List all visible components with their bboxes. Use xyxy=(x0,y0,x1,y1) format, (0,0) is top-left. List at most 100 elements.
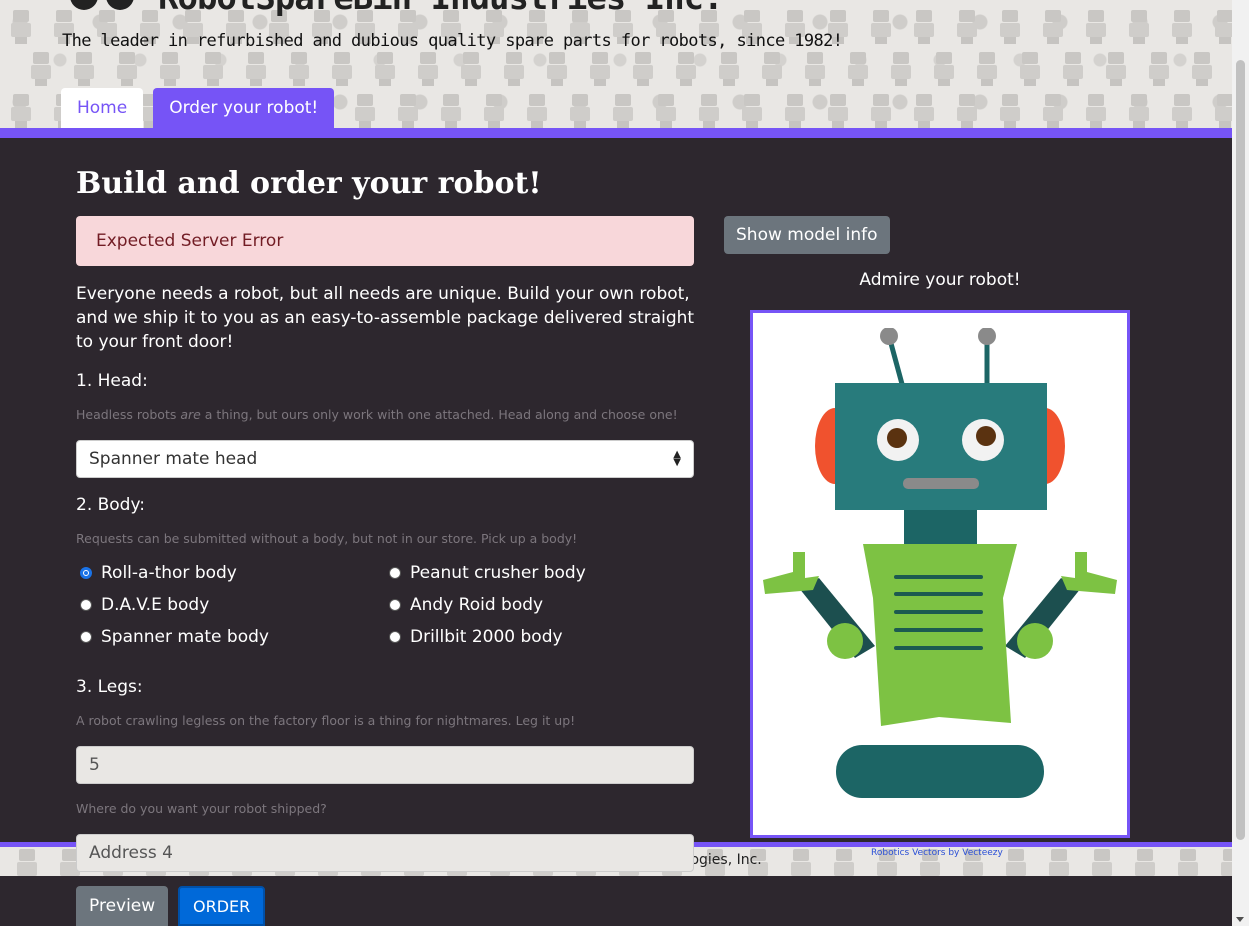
background-robot-icon xyxy=(14,849,40,876)
background-robot-icon xyxy=(524,94,550,128)
background-robot-icon xyxy=(1175,849,1201,876)
legs-input[interactable]: 5 xyxy=(76,746,694,784)
background-robot-icon xyxy=(630,52,656,86)
background-robot-icon xyxy=(1040,94,1066,128)
background-robot-icon xyxy=(200,52,226,86)
background-robot-icon xyxy=(28,52,54,86)
background-robot-icon xyxy=(157,52,183,86)
address-input[interactable]: Address 4 xyxy=(76,834,694,872)
legs-help: A robot crawling legless on the factory … xyxy=(76,713,576,728)
background-robot-icon xyxy=(458,52,484,86)
background-robot-icon xyxy=(868,94,894,128)
background-robot-icon xyxy=(802,52,828,86)
site-header: RobotSpareBin Industries Inc. The leader… xyxy=(0,0,1232,128)
background-robot-icon xyxy=(501,52,527,86)
preview-button[interactable]: Preview xyxy=(76,886,169,926)
background-robot-icon xyxy=(544,52,570,86)
body-option-peanut-crusher[interactable]: Peanut crusher body xyxy=(389,563,586,583)
background-robot-icon xyxy=(8,10,34,44)
robot-mouth xyxy=(903,478,979,489)
head-select[interactable]: Spanner mate head ▲ ▼ xyxy=(76,440,694,478)
robot-hand-right xyxy=(1061,552,1117,594)
background-robot-icon xyxy=(372,52,398,86)
background-robot-icon xyxy=(653,94,679,128)
background-robot-icon xyxy=(1212,94,1232,128)
background-robot-icon xyxy=(911,10,937,44)
background-robot-icon xyxy=(243,52,269,86)
background-robot-icon xyxy=(1212,10,1232,44)
background-robot-icon xyxy=(825,94,851,128)
robot-shoulder-right xyxy=(1017,623,1053,659)
background-robot-icon xyxy=(1169,94,1195,128)
background-robot-icon xyxy=(888,52,914,86)
body-option-roll-a-thor[interactable]: Roll-a-thor body xyxy=(80,563,237,583)
background-robot-icon xyxy=(1017,52,1043,86)
background-robot-icon xyxy=(1218,849,1232,876)
scrollbar-thumb[interactable] xyxy=(1236,60,1245,840)
background-robot-icon xyxy=(739,94,765,128)
background-robot-icon xyxy=(1083,94,1109,128)
vecteezy-credit-link[interactable]: Robotics Vectors by Vecteezy xyxy=(871,848,1003,858)
radio-button[interactable] xyxy=(80,567,92,579)
tab-home[interactable]: Home xyxy=(61,88,144,128)
radio-button[interactable] xyxy=(80,631,92,643)
background-robot-icon xyxy=(1146,52,1172,86)
background-robot-icon xyxy=(954,94,980,128)
robot-illustration xyxy=(763,327,1117,798)
robot-hand-left xyxy=(763,552,819,594)
background-robot-icon xyxy=(567,94,593,128)
background-robot-icon xyxy=(438,94,464,128)
background-robot-icon xyxy=(415,52,441,86)
robot-body xyxy=(863,544,1017,726)
page-title: Build and order your robot! xyxy=(76,166,542,201)
background-robot-icon xyxy=(610,94,636,128)
select-caret-icon: ▲ ▼ xyxy=(673,449,681,468)
background-robot-icon xyxy=(481,94,507,128)
background-robot-icon xyxy=(696,94,722,128)
robot-preview xyxy=(750,310,1130,838)
background-robot-icon xyxy=(954,10,980,44)
robot-neck xyxy=(904,510,977,544)
robot-pupil-right xyxy=(976,426,996,446)
order-button[interactable]: ORDER xyxy=(178,886,266,926)
head-help: Headless robots are a thing, but ours on… xyxy=(76,407,678,422)
address-help: Where do you want your robot shipped? xyxy=(76,801,327,816)
background-robot-icon xyxy=(931,52,957,86)
background-robot-icon xyxy=(352,94,378,128)
body-option-andy-roid[interactable]: Andy Roid body xyxy=(389,595,543,615)
background-robot-icon xyxy=(8,94,34,128)
body-option-spanner-mate[interactable]: Spanner mate body xyxy=(80,627,269,647)
intro-text: Everyone needs a robot, but all needs ar… xyxy=(76,284,695,352)
head-select-value: Spanner mate head xyxy=(89,449,258,469)
body-option-drillbit-2000[interactable]: Drillbit 2000 body xyxy=(389,627,563,647)
background-robot-icon xyxy=(1132,849,1158,876)
background-robot-icon xyxy=(114,52,140,86)
page-scrollbar[interactable] xyxy=(1232,0,1249,926)
background-robot-icon xyxy=(788,849,814,876)
background-robot-icon xyxy=(1083,10,1109,44)
error-alert: Expected Server Error xyxy=(76,216,694,266)
nav-underline xyxy=(0,128,1232,138)
site-title: RobotSpareBin Industries Inc. xyxy=(62,0,724,18)
radio-button[interactable] xyxy=(389,631,401,643)
scroll-down-arrow-icon[interactable] xyxy=(1236,917,1244,922)
background-robot-icon xyxy=(782,94,808,128)
head-label: 1. Head: xyxy=(76,371,148,391)
background-robot-icon xyxy=(759,52,785,86)
radio-button[interactable] xyxy=(389,567,401,579)
background-robot-icon xyxy=(997,10,1023,44)
radio-button[interactable] xyxy=(80,599,92,611)
background-robot-icon xyxy=(1060,52,1086,86)
radio-button[interactable] xyxy=(389,599,401,611)
background-robot-icon xyxy=(831,849,857,876)
robot-pupil-left xyxy=(887,428,907,448)
background-robot-icon xyxy=(974,52,1000,86)
background-robot-icon xyxy=(286,52,312,86)
body-option-dave[interactable]: D.A.V.E body xyxy=(80,595,209,615)
background-robot-icon xyxy=(868,10,894,44)
tab-order-your-robot[interactable]: Order your robot! xyxy=(153,88,335,128)
show-model-info-button[interactable]: Show model info xyxy=(724,216,890,254)
background-robot-icon xyxy=(1046,849,1072,876)
robot-antenna-left-ball xyxy=(880,327,898,345)
legs-label: 3. Legs: xyxy=(76,677,143,697)
